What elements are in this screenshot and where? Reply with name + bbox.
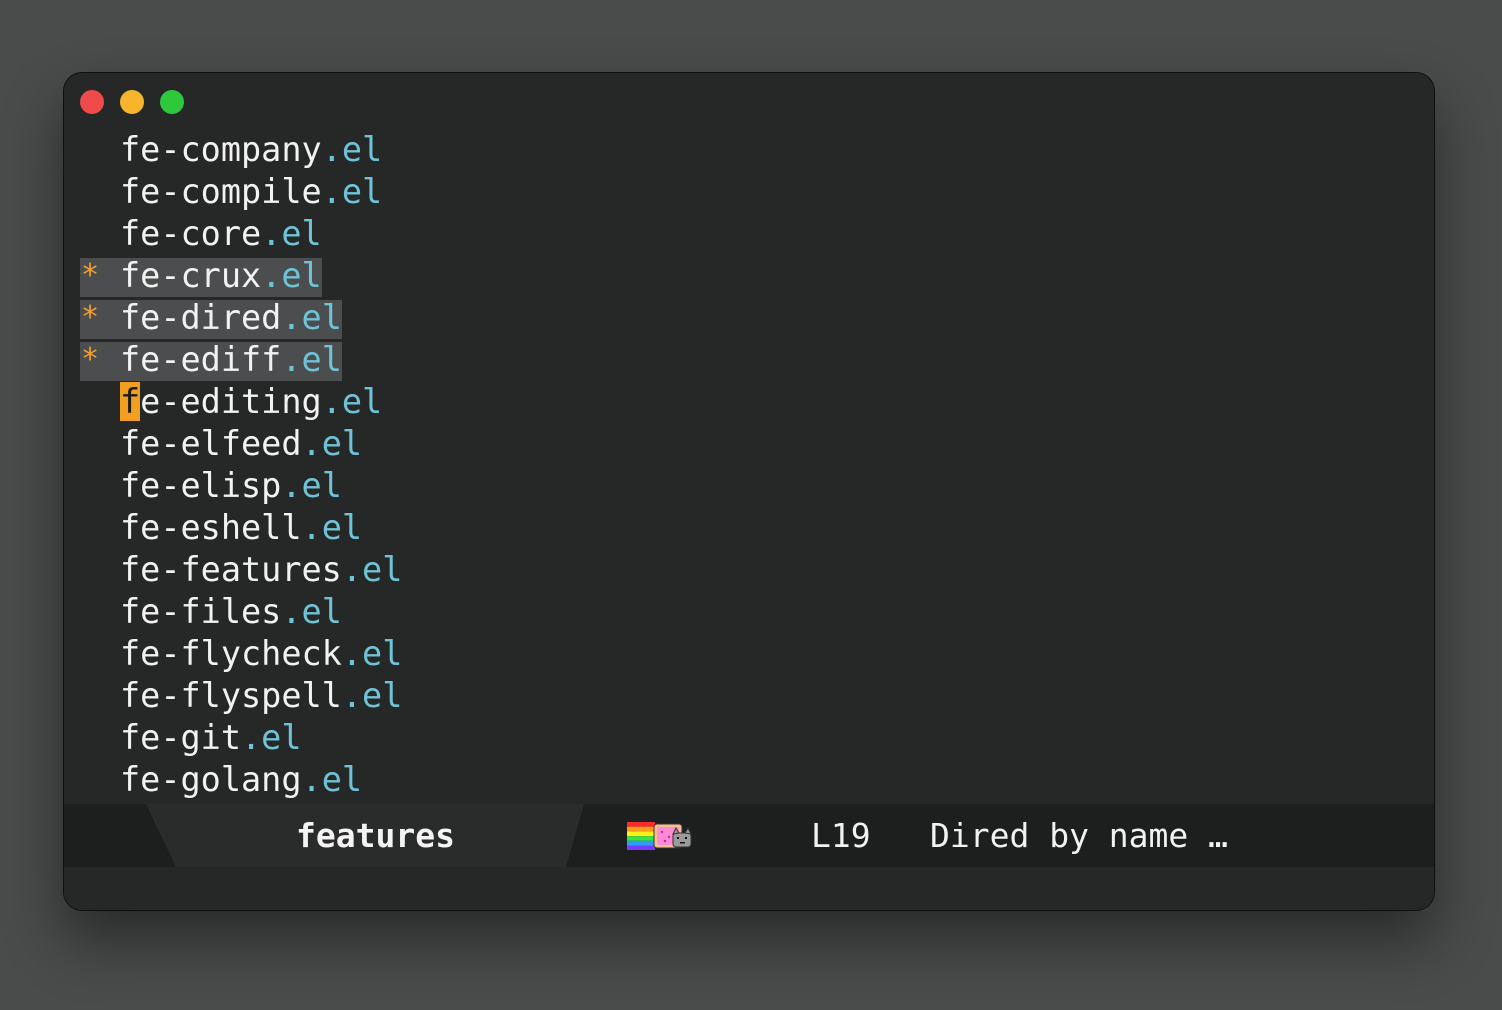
file-extension: .el [301,424,363,463]
file-row[interactable]: fe-eshell.el [80,507,480,549]
file-extension: .el [281,592,342,631]
file-basename: fe-elisp [120,466,282,505]
file-basename: fe-flyspell [120,676,342,715]
file-row[interactable]: * fe-crux.el [80,255,480,297]
file-basename: fe-ediff [120,340,282,379]
minibuffer[interactable] [64,867,1434,910]
file-row[interactable]: * fe-ediff.el [80,339,480,381]
zoom-icon[interactable] [160,90,184,114]
file-name[interactable]: fe-golang.el [120,759,362,801]
file-extension: .el [321,130,383,169]
nyan-cat-icon [627,822,692,850]
file-extension: .el [341,550,403,589]
file-extension: .el [281,298,342,337]
file-row[interactable]: fe-golang.el [80,759,480,801]
file-basename: fe-compile [120,172,322,211]
file-row[interactable]: fe-elisp.el [80,465,480,507]
file-basename: fe-elfeed [120,424,302,463]
dired-file-list: fe-company.el fe-compile.el fe-core.el * fe-… [80,129,480,801]
file-row[interactable]: fe-files.el [80,591,480,633]
file-basename: fe-dired [120,298,282,337]
file-row[interactable]: fe-git.el [80,717,480,759]
file-row[interactable]: fe-company.el [80,129,480,171]
file-row[interactable]: fe-core.el [80,213,480,255]
file-basename: fe-crux [120,256,262,295]
file-extension: .el [261,256,322,295]
text-cursor: f [120,382,141,421]
file-row[interactable]: fe-flycheck.el [80,633,480,675]
file-name[interactable]: fe-git.el [120,717,302,759]
file-extension: .el [301,508,363,547]
file-basename: fe-files [120,592,282,631]
major-mode[interactable]: Dired by name … [930,804,1228,867]
emacs-window: fe-company.el fe-compile.el fe-core.el * fe-… [64,73,1434,910]
mark-indicator: * [80,258,100,293]
file-row[interactable]: fe-features.el [80,549,480,591]
file-extension: .el [281,340,342,379]
file-name[interactable]: fe-dired.el [120,297,342,339]
mark-indicator: * [80,342,100,377]
file-name[interactable]: fe-flycheck.el [120,633,402,675]
file-extension: .el [321,382,383,421]
buffer-name[interactable]: features [296,804,455,867]
file-name[interactable]: fe-eshell.el [120,507,362,549]
file-extension: .el [341,634,403,673]
file-name[interactable]: fe-editing.el [120,381,382,423]
file-basename: fe-eshell [120,508,302,547]
file-name[interactable]: fe-ediff.el [120,339,342,381]
file-name[interactable]: fe-elisp.el [120,465,342,507]
file-row[interactable]: fe-flyspell.el [80,675,480,717]
file-name[interactable]: fe-company.el [120,129,382,171]
file-name[interactable]: fe-features.el [120,549,402,591]
file-name[interactable]: fe-flyspell.el [120,675,402,717]
file-row[interactable]: * fe-dired.el [80,297,480,339]
mark-indicator: * [80,300,100,335]
file-extension: .el [241,718,302,757]
line-number: L19 [811,816,871,855]
close-icon[interactable] [80,90,104,114]
file-name[interactable]: fe-crux.el [120,255,322,297]
file-basename: fe-core [120,214,262,253]
file-name[interactable]: fe-files.el [120,591,342,633]
file-basename: fe-golang [120,760,302,799]
file-extension: .el [281,466,342,505]
file-name[interactable]: fe-elfeed.el [120,423,362,465]
file-basename: fe-features [120,550,342,589]
file-extension: .el [301,760,363,799]
file-basename: fe-git [120,718,242,757]
file-extension: .el [321,172,383,211]
file-extension: .el [341,676,403,715]
minimize-icon[interactable] [120,90,144,114]
file-row[interactable]: fe-elfeed.el [80,423,480,465]
mode-line: features L19 Dired by name … [64,804,1434,867]
file-name[interactable]: fe-core.el [120,213,322,255]
file-row[interactable]: fe-compile.el [80,171,480,213]
file-basename: fe-flycheck [120,634,342,673]
file-name[interactable]: fe-compile.el [120,171,382,213]
file-extension: .el [261,214,322,253]
file-row[interactable]: fe-editing.el [80,381,480,423]
file-basename: fe-company [120,130,322,169]
